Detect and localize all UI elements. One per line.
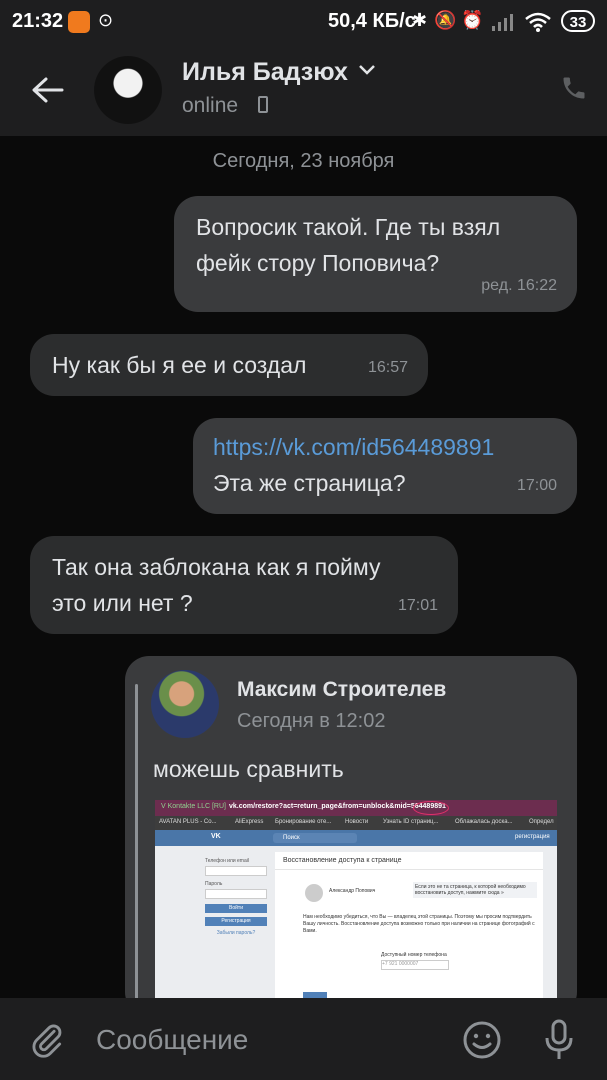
network-rate: 50,4 КБ/с — [328, 10, 416, 32]
highlight-ellipse — [413, 801, 449, 815]
restore-title: Восстановление доступа к странице — [275, 852, 543, 870]
mobile-device-icon — [258, 96, 268, 113]
phone-field: +7 921 0000007 — [381, 960, 449, 970]
login-label: Телефон или email — [205, 858, 249, 864]
vk-restore-panel: Восстановление доступа к странице Алекса… — [275, 852, 543, 1000]
wifi-icon — [525, 12, 551, 32]
site-identity: V Kontakte LLC [RU] — [161, 803, 226, 810]
chat-header: Илья Бадзюх online — [0, 44, 607, 136]
password-label: Пароль — [205, 881, 223, 887]
vk-register-link: регистрация — [515, 834, 550, 840]
message-link[interactable]: https://vk.com/id564489891 — [213, 429, 494, 465]
attached-screenshot[interactable]: V Kontakte LLC [RU] vk.com/restore?act=r… — [155, 800, 557, 1000]
forward-indicator-bar — [135, 684, 138, 1016]
status-bar: 21:32 ⊙ 50,4 КБ/с ✱ 🔕 ⏰ 33 — [0, 0, 607, 44]
contact-name[interactable]: Илья Бадзюх — [182, 58, 348, 87]
bookmark-item: Новости — [345, 819, 369, 825]
signal-icon — [492, 14, 513, 31]
vk-logo: VK — [211, 833, 221, 840]
status-time: 21:32 — [12, 10, 64, 32]
sync-icon: ⊙ — [98, 10, 114, 30]
app-notification-icon — [68, 11, 90, 33]
message-time: 17:01 — [397, 597, 438, 614]
forward-author-avatar[interactable] — [151, 670, 219, 738]
bookmark-item: Определ — [529, 819, 554, 825]
message-composer: Сообщение — [0, 998, 607, 1080]
message-time: ред. 16:22 — [481, 277, 557, 294]
forward-text: можешь сравнить — [153, 756, 344, 782]
message-line: это или нет ? — [52, 590, 193, 616]
vk-login-form: Телефон или email Пароль Войти Регистрац… — [205, 858, 267, 936]
back-arrow-icon[interactable] — [28, 70, 68, 110]
vk-search: Поиск — [273, 833, 357, 843]
forwarded-message[interactable]: Максим Строителев Сегодня в 12:02 можешь… — [125, 656, 577, 1016]
emoji-smile-icon[interactable] — [462, 1020, 502, 1060]
message-text: Так она заблокана как я пойму это или не… — [52, 549, 380, 621]
message-bubble-outgoing[interactable]: Вопросик такой. Где ты взял фейк стору П… — [174, 196, 577, 312]
chevron-down-icon[interactable] — [358, 64, 376, 76]
message-time: 16:57 — [367, 359, 408, 376]
attach-paperclip-icon[interactable] — [28, 1020, 66, 1060]
message-line: фейк стору Поповича? — [196, 250, 440, 276]
bookmark-item: Бронирование оте... — [275, 819, 332, 825]
screenshot-address-bar: V Kontakte LLC [RU] vk.com/restore?act=r… — [155, 800, 557, 816]
bookmark-item: Облажалась доска... — [455, 819, 513, 825]
profile-name: Александр Попович — [329, 888, 376, 894]
forgot-password-link: Забыли пароль? — [216, 930, 256, 936]
message-time: 17:00 — [516, 477, 557, 494]
login-button: Войти — [205, 904, 267, 913]
message-bubble-outgoing[interactable]: https://vk.com/id564489891 Эта же страни… — [193, 418, 577, 514]
screenshot-bookmarks-bar: AVATAN PLUS - Co... AliExpress Бронирова… — [155, 816, 557, 830]
message-text: Ну как бы я ее и создал — [52, 352, 307, 378]
battery-indicator: 33 — [561, 10, 595, 32]
forward-author-name[interactable]: Максим Строителев — [237, 678, 446, 702]
restore-instructions: Нам необходимо убедиться, что Вы — владе… — [303, 914, 535, 934]
phone-call-icon[interactable] — [560, 74, 588, 102]
message-input[interactable]: Сообщение — [96, 1024, 248, 1056]
message-line: Вопросик такой. Где ты взял — [196, 214, 501, 240]
contact-avatar[interactable] — [94, 56, 162, 124]
password-field — [205, 889, 267, 899]
bookmark-item: AliExpress — [235, 819, 264, 825]
register-button: Регистрация — [205, 917, 267, 926]
message-bubble-incoming[interactable]: Ну как бы я ее и создал 16:57 — [30, 334, 428, 396]
forward-time: Сегодня в 12:02 — [237, 710, 386, 732]
message-text: Вопросик такой. Где ты взял фейк стору П… — [196, 209, 500, 281]
phone-label: Доступный номер телефона — [381, 952, 447, 958]
login-field — [205, 866, 267, 876]
profile-photo-placeholder — [305, 884, 323, 902]
mute-bell-icon: 🔕 — [434, 10, 457, 30]
message-line: Эта же страница? — [213, 470, 406, 496]
microphone-icon[interactable] — [540, 1018, 578, 1062]
date-divider: Сегодня, 23 ноября — [212, 150, 395, 172]
wrong-page-notice: Если это не та страница, к которой необх… — [413, 882, 537, 898]
message-bubble-incoming[interactable]: Так она заблокана как я пойму это или не… — [30, 536, 458, 634]
alarm-icon: ⏰ — [461, 10, 484, 30]
message-line: Так она заблокана как я пойму — [52, 554, 381, 580]
bluetooth-icon: ✱ — [412, 10, 428, 30]
bookmark-item: Узнать ID страниц... — [383, 819, 439, 825]
message-text: https://vk.com/id564489891 Эта же страни… — [213, 429, 494, 501]
presence-status: online — [182, 94, 239, 117]
screenshot-vk-header: VK Поиск регистрация — [155, 830, 557, 846]
bookmark-item: AVATAN PLUS - Co... — [159, 819, 217, 825]
